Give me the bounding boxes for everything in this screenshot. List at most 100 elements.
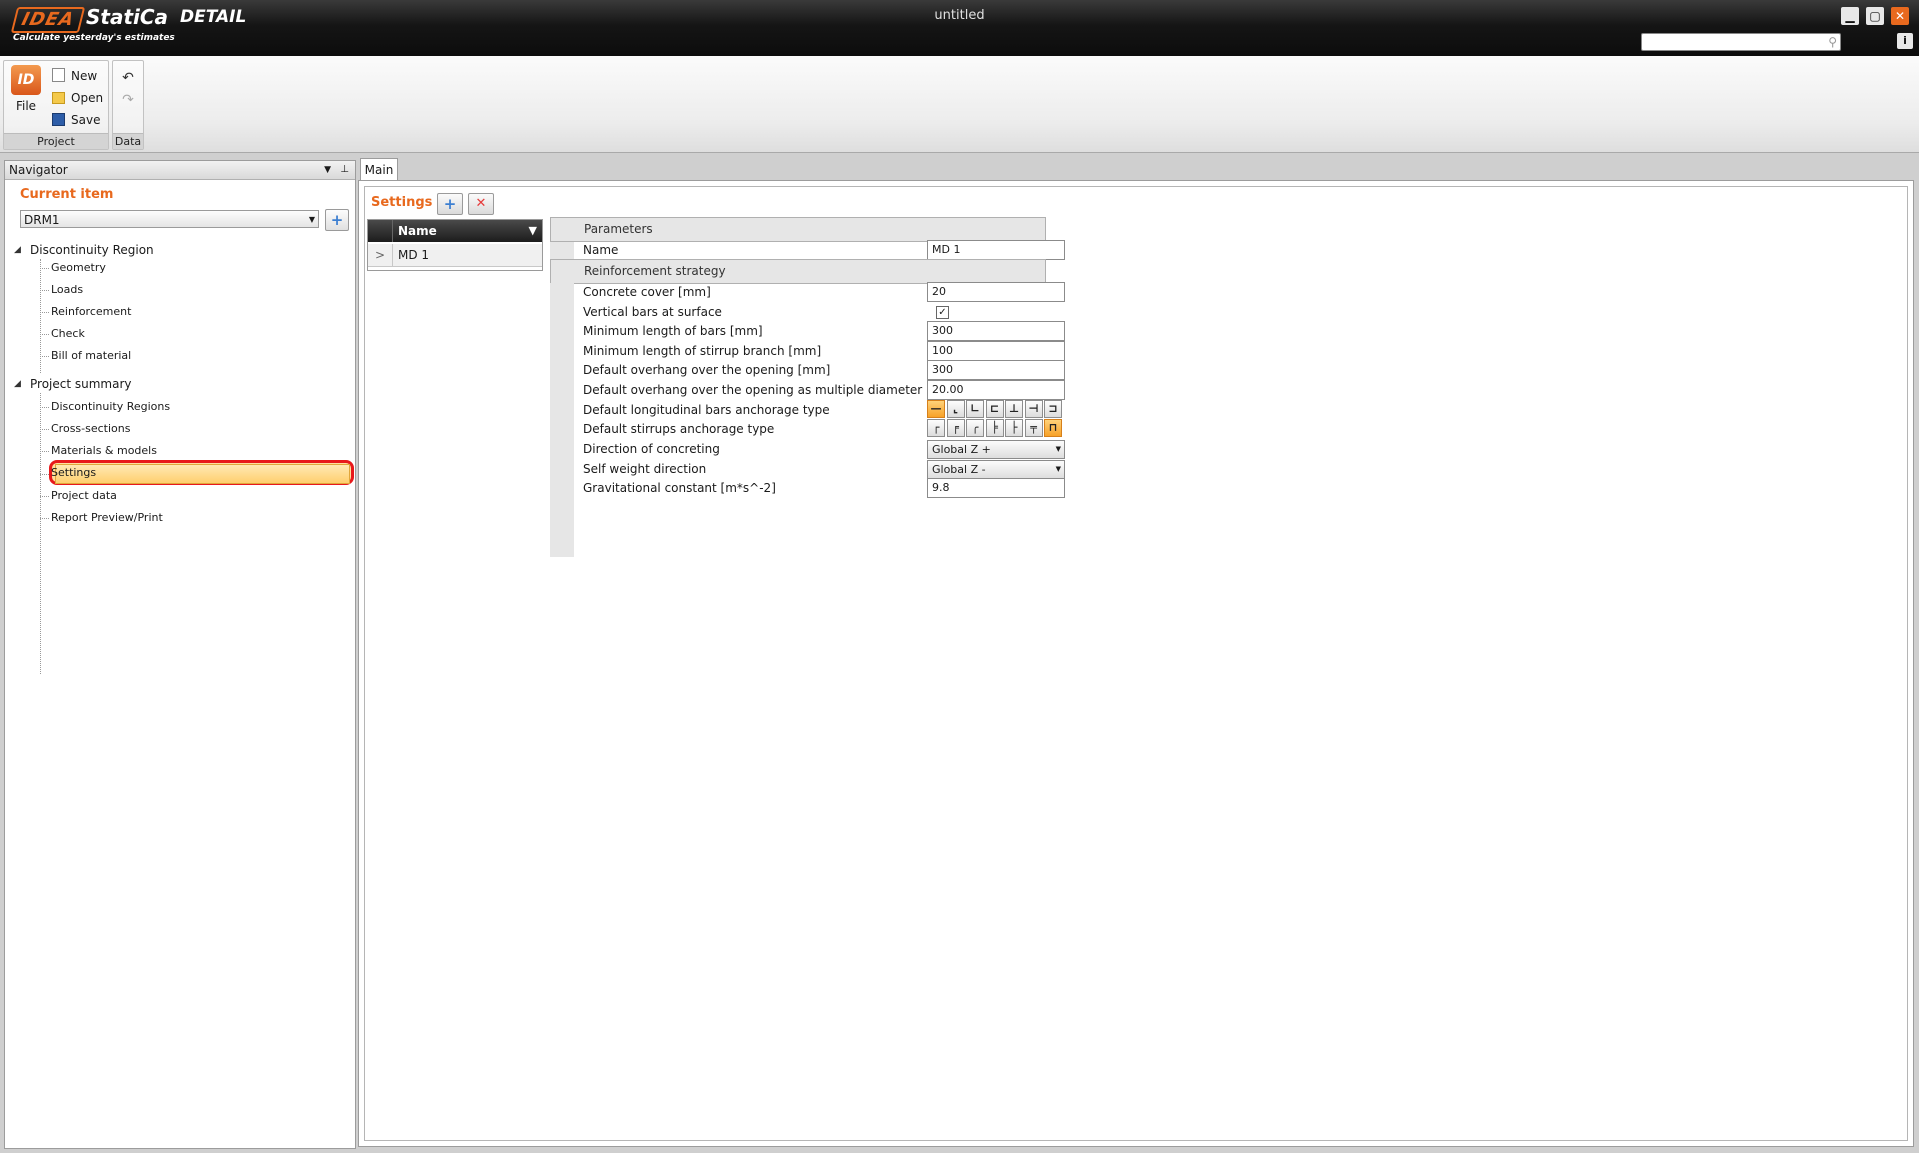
tree-connector	[40, 334, 49, 335]
window-title: untitled	[934, 8, 985, 23]
close-button[interactable]: ✕	[1891, 7, 1909, 25]
stirrup-anchorage-option-icon[interactable]: ╤	[1024, 419, 1043, 437]
column-header-name[interactable]: Name	[398, 220, 437, 242]
property-row-grav-constant: Gravitational constant [m*s^-2] 9.8	[574, 476, 1065, 500]
select-value: Global Z +	[932, 443, 991, 456]
product-name: DETAIL	[180, 7, 247, 27]
tree-connector	[40, 429, 49, 430]
pin-icon[interactable]: ⊥	[340, 161, 349, 179]
stirrup-anchorage-option-icon[interactable]: ⊓	[1044, 419, 1062, 437]
tree-connector	[40, 356, 49, 357]
current-item-heading: Current item	[20, 187, 114, 202]
search-icon[interactable]: ⚲	[1828, 34, 1837, 50]
tab-main[interactable]: Main	[360, 158, 398, 181]
row-indicator-icon: >	[368, 244, 393, 266]
overhang-multiple-field[interactable]: 20.00	[927, 380, 1065, 400]
file-label: File	[15, 99, 37, 113]
ribbon-group-project: ID File New Open Save Project	[3, 60, 109, 150]
tree-item-settings[interactable]: Settings	[51, 464, 96, 482]
tree-connector	[40, 518, 49, 519]
stirrup-anchorage-option-icon[interactable]: ├	[1005, 419, 1023, 437]
longitudinal-anchorage-option-icon[interactable]: ⊣	[1024, 400, 1043, 418]
tree-item-report-preview[interactable]: Report Preview/Print	[51, 509, 163, 527]
folder-icon	[52, 92, 65, 104]
logo-tagline: Calculate yesterday's estimates	[13, 33, 175, 43]
longitudinal-anchorage-option-icon[interactable]: —	[927, 400, 945, 418]
collapse-triangle-icon[interactable]: ◢	[14, 245, 21, 255]
main-content: Settings + ✕ Name ▼ > MD 1 Parameters Na…	[364, 186, 1908, 1141]
tree-connector	[40, 496, 49, 497]
vertical-bars-checkbox[interactable]: ✓	[936, 306, 949, 319]
selected-item-background	[55, 464, 350, 484]
tree-connector	[40, 268, 49, 269]
tree-item-discontinuity-regions[interactable]: Discontinuity Regions	[51, 398, 170, 416]
stirrup-anchorage-option-icon[interactable]: ╒	[946, 419, 965, 437]
delete-button[interactable]: ✕	[468, 193, 494, 215]
longitudinal-anchorage-option-icon[interactable]: ⌞	[946, 400, 965, 418]
select-value: Global Z -	[932, 463, 986, 476]
section-title: Settings	[371, 195, 433, 210]
header-corner	[368, 220, 393, 242]
grav-constant-field[interactable]: 9.8	[927, 478, 1065, 498]
tree-item-reinforcement[interactable]: Reinforcement	[51, 303, 131, 321]
longitudinal-anchorage-option-icon[interactable]: ⊥	[1005, 400, 1023, 418]
tree-item-cross-sections[interactable]: Cross-sections	[51, 420, 130, 438]
navigator-panel: Navigator ▼ ⊥ Current item DRM1 ▼ + ◢ Di…	[4, 160, 356, 1149]
stirrup-anchorage-option-icon[interactable]: ╭	[966, 419, 984, 437]
collapse-triangle-icon[interactable]: ◢	[14, 379, 21, 389]
name-field[interactable]: MD 1	[927, 240, 1065, 260]
ribbon-group-label-project: Project	[4, 133, 108, 149]
new-label: New	[71, 69, 98, 83]
concrete-cover-field[interactable]: 20	[927, 282, 1065, 302]
stirrup-anchorage-option-icon[interactable]: ╞	[985, 419, 1004, 437]
maximize-button[interactable]: ▢	[1866, 7, 1884, 25]
longitudinal-anchorage-option-icon[interactable]: ⊏	[985, 400, 1004, 418]
minimize-button[interactable]: ▁	[1841, 7, 1859, 25]
tree-item-geometry[interactable]: Geometry	[51, 259, 106, 277]
tree-item-materials-models[interactable]: Materials & models	[51, 442, 157, 460]
logo-mark: IDEA	[10, 7, 86, 33]
open-button[interactable]: Open	[52, 89, 103, 107]
longitudinal-anchorage-option-icon[interactable]: ∟	[966, 400, 984, 418]
info-button[interactable]: i	[1897, 33, 1913, 49]
search-input[interactable]: ⚲	[1641, 33, 1841, 51]
logo-name: StatiCa	[86, 5, 169, 29]
save-label: Save	[71, 113, 101, 127]
navigator-header: Navigator ▼ ⊥	[5, 161, 355, 180]
main-area: Settings + ✕ Name ▼ > MD 1 Parameters Na…	[358, 180, 1914, 1147]
idea-file-icon: ID	[11, 65, 41, 95]
chevron-down-icon: ▼	[308, 215, 315, 224]
tree-item-bill-of-material[interactable]: Bill of material	[51, 347, 131, 365]
ribbon-group-label-data: Data	[113, 133, 143, 149]
current-item-value: DRM1	[24, 213, 60, 227]
min-length-bars-field[interactable]: 300	[927, 321, 1065, 341]
chevron-down-icon: ▼	[1055, 445, 1061, 453]
current-item-select[interactable]: DRM1 ▼	[20, 210, 319, 228]
tree-connector	[40, 393, 41, 674]
save-button[interactable]: Save	[52, 111, 100, 129]
file-button[interactable]: ID File	[7, 63, 45, 119]
list-item[interactable]: > MD 1	[368, 244, 542, 267]
tree-item-project-data[interactable]: Project data	[51, 487, 117, 505]
dropdown-arrow-icon[interactable]: ▼	[324, 161, 331, 179]
tree-connector	[40, 407, 49, 408]
tree-node-project-summary[interactable]: Project summary	[30, 375, 132, 393]
filter-icon[interactable]: ▼	[529, 220, 537, 242]
tree-connector	[40, 451, 49, 452]
title-bar: IDEA StatiCa DETAIL Calculate yesterday'…	[0, 0, 1919, 56]
tree-item-check[interactable]: Check	[51, 325, 85, 343]
add-item-button[interactable]: +	[325, 209, 349, 231]
undo-icon[interactable]: ↶	[119, 69, 137, 87]
navigator-title: Navigator	[9, 163, 68, 177]
longitudinal-anchorage-option-icon[interactable]: ⊐	[1044, 400, 1062, 418]
add-button[interactable]: +	[437, 193, 463, 215]
redo-icon[interactable]: ↷	[119, 91, 137, 109]
default-overhang-field[interactable]: 300	[927, 360, 1065, 380]
tree-connector	[40, 312, 49, 313]
new-button[interactable]: New	[52, 67, 97, 85]
stirrup-anchorage-option-icon[interactable]: ┌	[927, 419, 945, 437]
tree-connector	[40, 474, 49, 475]
tree-node-discontinuity-region[interactable]: Discontinuity Region	[30, 241, 154, 259]
tree-item-loads[interactable]: Loads	[51, 281, 83, 299]
new-document-icon	[52, 68, 65, 82]
